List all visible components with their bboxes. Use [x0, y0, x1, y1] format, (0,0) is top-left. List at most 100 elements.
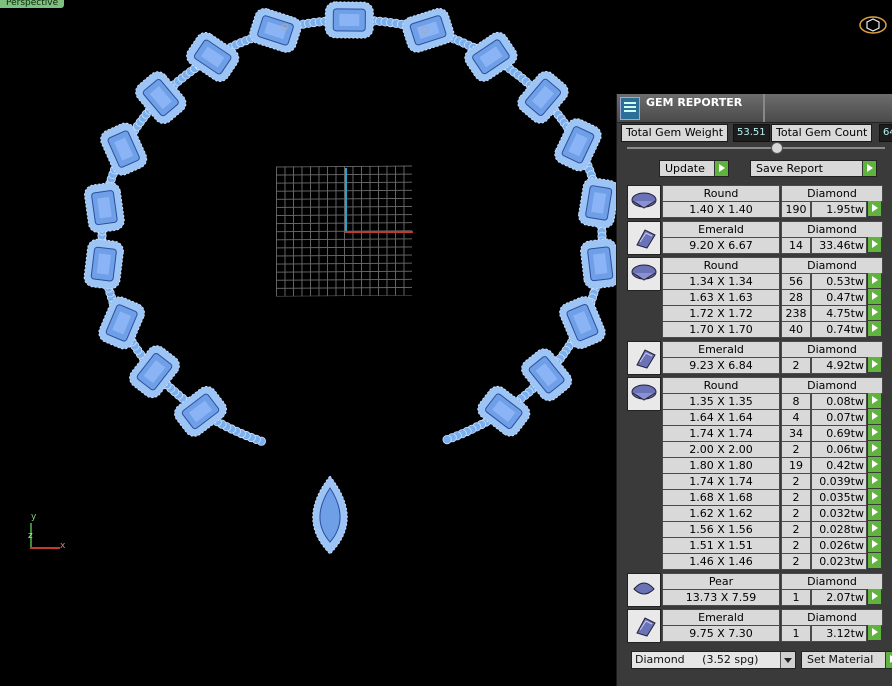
gem-thumbnail[interactable] [627, 573, 661, 607]
emerald-gem-icon [636, 349, 656, 369]
gem-count-cell: 2 [781, 473, 811, 490]
gem-count-cell: 1 [781, 625, 811, 642]
gem-size-cell: 1.35 X 1.35 [662, 393, 780, 410]
select-gems-button[interactable] [867, 505, 881, 520]
gem-count-cell: 2 [781, 505, 811, 522]
play-icon [885, 652, 892, 668]
emerald-gem-icon [636, 229, 656, 249]
play-icon [867, 537, 881, 552]
gem-thumbnail[interactable] [627, 221, 661, 255]
select-gems-button[interactable] [867, 357, 881, 372]
select-gems-button[interactable] [867, 393, 881, 408]
select-gems-button[interactable] [867, 473, 881, 488]
select-gems-button[interactable] [867, 273, 881, 288]
play-icon [867, 409, 881, 424]
gem-size-cell: 9.23 X 6.84 [662, 357, 780, 374]
play-icon [867, 305, 881, 320]
gizmo-y-label: y [31, 512, 37, 522]
gem-shape-header: Pear [662, 573, 780, 590]
select-gems-button[interactable] [867, 589, 881, 604]
total-count-label: Total Gem Count [771, 124, 873, 142]
gem-count-cell: 40 [781, 321, 811, 338]
select-gems-button[interactable] [867, 321, 881, 336]
gem-weight-cell: 1.95tw [811, 201, 867, 218]
gem-thumbnail[interactable] [627, 257, 661, 291]
select-gems-button[interactable] [867, 457, 881, 472]
select-gems-button[interactable] [867, 409, 881, 424]
select-gems-button[interactable] [867, 289, 881, 304]
gem-groups-list: Round Diamond 1.40 X 1.40 190 1.95tw Emerald D… [627, 185, 892, 645]
axis-gizmo: y z x [26, 512, 76, 554]
gem-thumbnail[interactable] [627, 377, 661, 411]
gem-shape-header: Round [662, 377, 780, 394]
splitter-knob[interactable] [771, 142, 783, 154]
gem-weight-cell: 4.75tw [811, 305, 867, 322]
gem-material-header: Diamond [781, 573, 883, 590]
play-icon [867, 521, 881, 536]
gem-group: Emerald Diamond 9.75 X 7.30 1 3.12tw [627, 609, 892, 643]
emerald-cut-stone [464, 31, 518, 82]
update-button[interactable]: Update [659, 160, 729, 177]
emerald-cut-stone [186, 32, 240, 82]
gem-shape-header: Emerald [662, 221, 780, 238]
material-select[interactable]: Diamond (3.52 spg) [631, 651, 796, 669]
gem-count-cell: 8 [781, 393, 811, 410]
select-gems-button[interactable] [867, 553, 881, 568]
gem-thumbnail[interactable] [627, 609, 661, 643]
gem-thumbnail[interactable] [627, 185, 661, 219]
select-gems-button[interactable] [867, 441, 881, 456]
gizmo-x-axis [30, 547, 60, 549]
panel-splitter[interactable] [627, 142, 885, 154]
gizmo-z-label: z [28, 531, 33, 541]
melee-stone [442, 434, 452, 445]
gem-group: Round Diamond 1.34 X 1.34 56 0.53tw 1.63 X 1.… [627, 257, 892, 338]
select-gems-button[interactable] [867, 625, 881, 640]
gem-count-cell: 19 [781, 457, 811, 474]
select-gems-button[interactable] [867, 305, 881, 320]
gem-size-cell: 1.56 X 1.56 [662, 521, 780, 538]
play-icon [867, 201, 881, 216]
gem-group: Emerald Diamond 9.23 X 6.84 2 4.92tw [627, 341, 892, 375]
gem-size-cell: 1.80 X 1.80 [662, 457, 780, 474]
set-material-button[interactable]: Set Material [801, 651, 892, 669]
gem-size-cell: 1.63 X 1.63 [662, 289, 780, 306]
emerald-cut-stone [554, 118, 602, 172]
gem-group: Pear Diamond 13.73 X 7.59 1 2.07tw [627, 573, 892, 607]
gem-count-cell: 56 [781, 273, 811, 290]
viewcube-icon[interactable] [858, 14, 888, 36]
gem-group: Round Diamond 1.35 X 1.35 8 0.08tw 1.64 X 1.6… [627, 377, 892, 570]
gem-count-cell: 28 [781, 289, 811, 306]
gem-size-cell: 1.40 X 1.40 [662, 201, 780, 218]
play-icon [867, 457, 881, 472]
gem-material-header: Diamond [781, 185, 883, 202]
gem-weight-cell: 0.47tw [811, 289, 867, 306]
select-gems-button[interactable] [867, 537, 881, 552]
gem-weight-cell: 0.53tw [811, 273, 867, 290]
select-gems-button[interactable] [867, 489, 881, 504]
gem-weight-cell: 0.42tw [811, 457, 867, 474]
play-icon [867, 425, 881, 440]
play-icon [867, 589, 881, 604]
select-gems-button[interactable] [867, 201, 881, 216]
play-icon [867, 473, 881, 488]
emerald-cut-stone [83, 238, 124, 290]
gem-size-cell: 1.70 X 1.70 [662, 321, 780, 338]
select-gems-button[interactable] [867, 521, 881, 536]
gem-weight-cell: 2.07tw [811, 589, 867, 606]
gem-thumbnail[interactable] [627, 341, 661, 375]
emerald-gem-icon [636, 617, 656, 637]
gem-material-header: Diamond [781, 341, 883, 358]
gem-weight-cell: 0.69tw [811, 425, 867, 442]
gem-count-cell: 2 [781, 357, 811, 374]
select-gems-button[interactable] [867, 425, 881, 440]
gem-size-cell: 1.34 X 1.34 [662, 273, 780, 290]
panel-header: GEM REPORTER [617, 94, 892, 123]
material-bar: Diamond (3.52 spg) Set Material [627, 651, 892, 671]
gem-size-cell: 1.68 X 1.68 [662, 489, 780, 506]
play-icon [867, 489, 881, 504]
gem-weight-cell: 0.06tw [811, 441, 867, 458]
play-icon [867, 273, 881, 288]
save-report-label: Save Report [756, 162, 823, 175]
select-gems-button[interactable] [867, 237, 881, 252]
save-report-button[interactable]: Save Report [750, 160, 877, 177]
